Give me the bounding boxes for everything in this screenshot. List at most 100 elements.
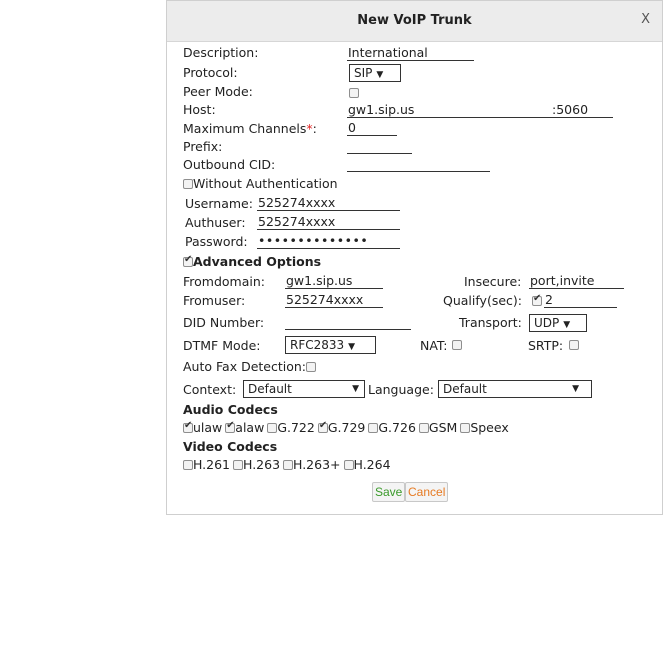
audio-codec-label: G.729 xyxy=(327,420,366,435)
nat-label: NAT: xyxy=(420,338,448,353)
without-auth-label: Without Authentication xyxy=(193,176,338,191)
without-auth-row: Without Authentication xyxy=(183,176,338,191)
audio-codec-option: G.729 xyxy=(317,420,366,435)
audio-codec-checkbox[interactable] xyxy=(368,423,379,433)
outbound-cid-field[interactable] xyxy=(347,156,490,172)
max-channels-field[interactable]: 0 xyxy=(347,120,397,136)
description-label: Description: xyxy=(183,45,259,60)
context-value: Default xyxy=(248,382,292,396)
prefix-label: Prefix: xyxy=(183,139,223,154)
password-field[interactable]: •••••••••••••• xyxy=(257,233,400,249)
srtp-checkbox[interactable] xyxy=(569,340,579,350)
host-field[interactable]: gw1.sip.us xyxy=(347,102,552,118)
video-codec-option: H.264 xyxy=(343,457,391,472)
video-codec-option: H.261 xyxy=(183,457,230,472)
language-value: Default xyxy=(443,382,487,396)
description-field[interactable]: International xyxy=(347,45,474,61)
audio-codec-option: GSM xyxy=(418,420,457,435)
nat-checkbox-wrap xyxy=(452,337,462,352)
srtp-label: SRTP: xyxy=(528,338,564,353)
chevron-down-icon: ▼ xyxy=(572,384,579,394)
username-field[interactable]: 525274xxxx xyxy=(257,195,400,211)
save-button[interactable]: Save xyxy=(372,482,406,502)
dtmf-select[interactable]: RFC2833 ▼ xyxy=(285,336,376,354)
max-channels-label: Maximum Channels*: xyxy=(183,121,317,136)
insecure-label: Insecure: xyxy=(464,274,522,289)
audio-codec-checkbox[interactable] xyxy=(317,420,328,433)
fromuser-label: Fromuser: xyxy=(183,293,246,308)
audio-codec-option: G.722 xyxy=(267,420,315,435)
max-channels-text: Maximum Channels xyxy=(183,121,307,136)
password-label: Password: xyxy=(185,234,248,249)
qualify-field[interactable]: 2 xyxy=(544,292,617,308)
video-codecs-heading: Video Codecs xyxy=(183,439,278,454)
advanced-options-row: Advanced Options xyxy=(183,254,321,269)
audio-codec-option: alaw xyxy=(225,420,264,435)
qualify-checkbox[interactable] xyxy=(532,293,542,306)
fromdomain-field[interactable]: gw1.sip.us xyxy=(285,273,383,289)
video-codec-label: H.263 xyxy=(243,457,281,472)
cancel-button[interactable]: Cancel xyxy=(405,482,449,502)
peer-mode-checkbox[interactable] xyxy=(349,88,359,98)
audio-codec-checkbox[interactable] xyxy=(460,423,471,433)
dtmf-value: RFC2833 xyxy=(290,338,345,352)
fax-label: Auto Fax Detection: xyxy=(183,359,307,374)
insecure-field[interactable]: port,invite xyxy=(529,273,624,289)
audio-codecs-heading: Audio Codecs xyxy=(183,402,278,417)
outbound-cid-label: Outbound CID: xyxy=(183,157,276,172)
language-select[interactable]: Default ▼ xyxy=(438,380,592,398)
audio-codecs-list: ulaw alaw G.722 G.729 G.726 GSM Speex xyxy=(183,420,512,435)
fromuser-field[interactable]: 525274xxxx xyxy=(285,292,383,308)
dialog-title: New VoIP Trunk xyxy=(357,13,472,28)
did-field[interactable] xyxy=(285,314,411,330)
fax-row: Auto Fax Detection: xyxy=(183,359,317,374)
audio-codec-label: Speex xyxy=(470,420,509,435)
context-select[interactable]: Default ▼ xyxy=(243,380,365,398)
transport-value: UDP xyxy=(534,316,560,330)
video-codecs-list: H.261 H.263 H.263+ H.264 xyxy=(183,457,394,472)
audio-codec-checkbox[interactable] xyxy=(267,423,278,433)
audio-codec-label: G.726 xyxy=(378,420,416,435)
context-label: Context: xyxy=(183,382,237,397)
fromdomain-label: Fromdomain: xyxy=(183,274,265,289)
audio-codec-checkbox[interactable] xyxy=(418,423,429,433)
chevron-down-icon: ▼ xyxy=(352,384,359,394)
chevron-down-icon: ▼ xyxy=(376,70,384,80)
authuser-field[interactable]: 525274xxxx xyxy=(257,214,400,230)
close-icon[interactable]: X xyxy=(641,12,650,27)
advanced-options-checkbox[interactable] xyxy=(183,254,193,267)
chevron-down-icon: ▼ xyxy=(348,342,356,352)
video-codec-label: H.264 xyxy=(353,457,391,472)
did-label: DID Number: xyxy=(183,315,265,330)
authuser-label: Authuser: xyxy=(185,215,246,230)
protocol-value: SIP xyxy=(354,66,373,80)
video-codec-checkbox[interactable] xyxy=(283,460,294,470)
transport-label: Transport: xyxy=(459,315,522,330)
video-codec-option: H.263 xyxy=(233,457,280,472)
nat-checkbox[interactable] xyxy=(452,340,462,350)
prefix-field[interactable] xyxy=(347,138,412,154)
username-label: Username: xyxy=(185,196,253,211)
transport-select[interactable]: UDP ▼ xyxy=(529,314,587,332)
video-codec-checkbox[interactable] xyxy=(233,460,244,470)
fax-checkbox[interactable] xyxy=(306,362,317,372)
new-voip-trunk-dialog: New VoIP Trunk X Description: Internatio… xyxy=(166,0,663,515)
host-label: Host: xyxy=(183,102,216,117)
video-codec-checkbox[interactable] xyxy=(183,460,193,470)
qualify-label: Qualify(sec): xyxy=(443,293,522,308)
audio-codec-checkbox[interactable] xyxy=(183,420,193,433)
protocol-select[interactable]: SIP ▼ xyxy=(349,64,401,82)
audio-codec-label: ulaw xyxy=(193,420,223,435)
max-channels-colon: : xyxy=(312,121,317,136)
audio-codec-label: alaw xyxy=(235,420,265,435)
port-field[interactable]: :5060 xyxy=(551,102,613,118)
dtmf-label: DTMF Mode: xyxy=(183,338,261,353)
qualify-checkbox-wrap xyxy=(532,293,542,308)
video-codec-checkbox[interactable] xyxy=(343,460,354,470)
without-auth-checkbox[interactable] xyxy=(183,179,193,189)
audio-codec-checkbox[interactable] xyxy=(225,420,236,433)
peer-mode-label: Peer Mode: xyxy=(183,84,253,99)
video-codec-option: H.263+ xyxy=(283,457,341,472)
audio-codec-option: Speex xyxy=(460,420,509,435)
protocol-label: Protocol: xyxy=(183,65,238,80)
